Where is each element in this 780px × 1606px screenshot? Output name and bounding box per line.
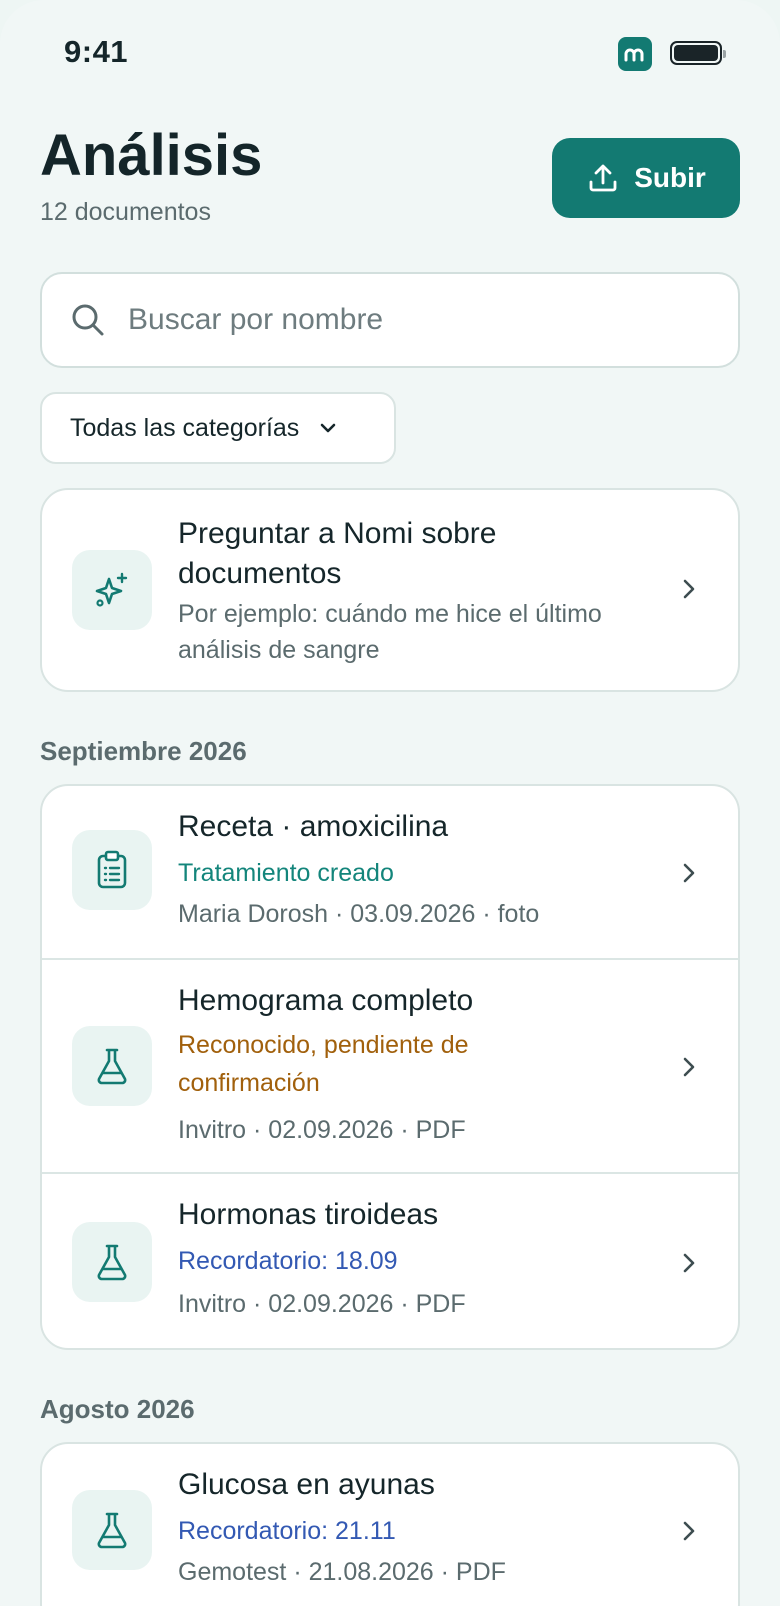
chevron-right-icon (683, 863, 695, 883)
section-label-august: Agosto 2026 (40, 1394, 195, 1424)
search-placeholder: Buscar por nombre (128, 303, 384, 336)
document-status: Recordatorio: 21.11 (178, 1517, 396, 1545)
upload-button[interactable]: Subir (552, 138, 740, 218)
upload-button-label: Subir (634, 162, 706, 193)
category-filter-dropdown[interactable]: Todas las categorías (40, 392, 396, 464)
search-field[interactable]: Buscar por nombre (40, 272, 740, 368)
chevron-right-icon (683, 1521, 695, 1541)
upload-icon (589, 164, 617, 192)
document-row[interactable]: Glucosa en ayunas Recordatorio: 21.11 Ge… (42, 1444, 738, 1606)
page-title: Análisis (40, 123, 263, 188)
document-row[interactable]: Hormonas tiroideas Recordatorio: 18.09 I… (42, 1174, 738, 1348)
ask-nomi-title: Preguntar a Nomi sobre documentos (178, 517, 497, 590)
search-icon (72, 304, 104, 336)
document-title: Receta · amoxicilina (178, 810, 449, 843)
document-meta: Invitro · 02.09.2026 · PDF (178, 1116, 466, 1144)
section-label-september: Septiembre 2026 (40, 736, 247, 766)
category-filter-label: Todas las categorías (70, 413, 300, 442)
app-screen: 9:41 Análisis 12 documentos Subir Buscar… (0, 0, 780, 1606)
document-title: Hemograma completo (178, 984, 474, 1017)
chevron-right-icon (683, 1057, 695, 1077)
chevron-right-icon (683, 579, 695, 599)
documents-list-september: Receta · amoxicilina Tratamiento creado … (40, 784, 740, 1350)
document-row[interactable]: Receta · amoxicilina Tratamiento creado … (42, 786, 738, 960)
document-status: Recordatorio: 18.09 (178, 1247, 398, 1275)
flask-icon (72, 1490, 152, 1570)
ask-nomi-card[interactable]: Preguntar a Nomi sobre documentos Por ej… (40, 488, 740, 692)
clipboard-icon (72, 830, 152, 910)
document-meta: Invitro · 02.09.2026 · PDF (178, 1290, 466, 1318)
document-row[interactable]: Hemograma completo Reconocido, pendiente… (42, 960, 738, 1174)
document-status: Reconocido, pendiente de confirmación (178, 1031, 469, 1097)
document-status: Tratamiento creado (178, 859, 394, 887)
document-title: Glucosa en ayunas (178, 1468, 435, 1501)
document-meta: Gemotest · 21.08.2026 · PDF (178, 1558, 506, 1586)
battery-icon (670, 41, 726, 65)
document-count: 12 documentos (40, 198, 211, 226)
chevron-right-icon (683, 1253, 695, 1273)
flask-icon (72, 1222, 152, 1302)
sparkles-icon (72, 550, 152, 630)
flask-icon (72, 1026, 152, 1106)
chevron-down-icon (320, 423, 336, 433)
ask-nomi-subtitle: Por ejemplo: cuándo me hice el último an… (178, 600, 602, 664)
documents-list-august: Glucosa en ayunas Recordatorio: 21.11 Ge… (40, 1442, 740, 1606)
status-time: 9:41 (64, 34, 129, 69)
status-bar: 9:41 (0, 0, 780, 100)
document-title: Hormonas tiroideas (178, 1198, 439, 1231)
app-logo-icon (618, 37, 652, 71)
document-meta: Maria Dorosh · 03.09.2026 · foto (178, 900, 540, 928)
